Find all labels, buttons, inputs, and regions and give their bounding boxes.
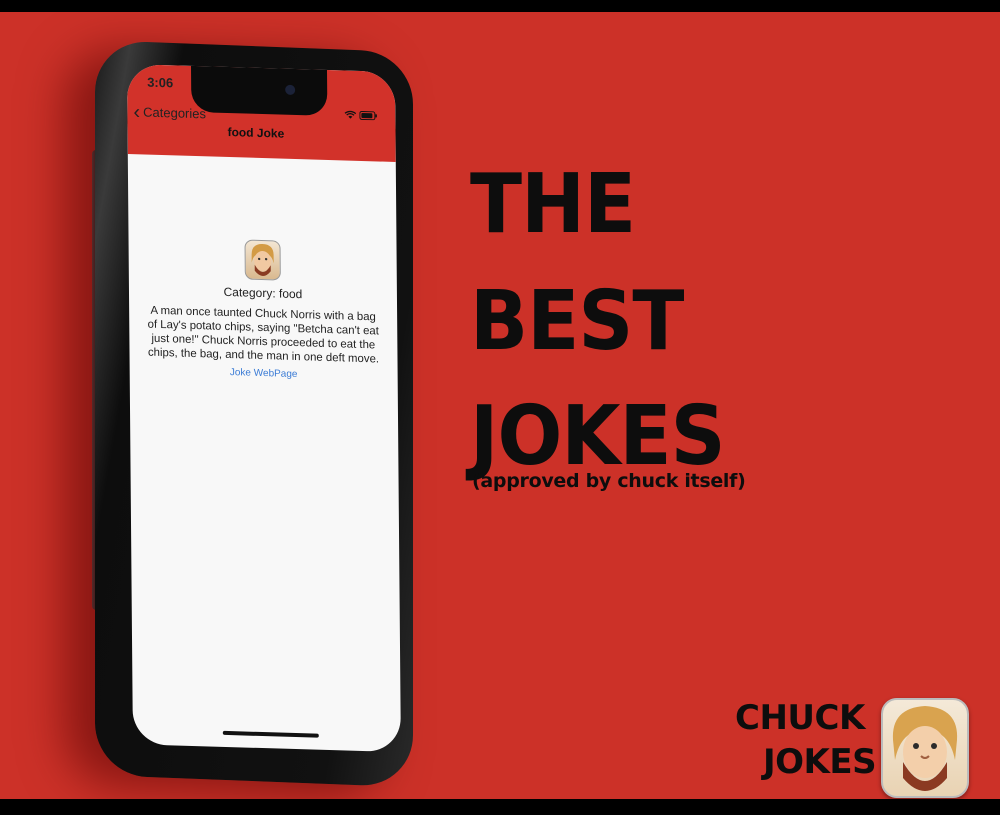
phone-mockup: 3:06 ‹ Categories food Joke Category: fo…: [92, 40, 413, 788]
bottom-border: [0, 799, 1000, 815]
status-icons: [344, 110, 377, 123]
wifi-icon: [344, 110, 359, 122]
headline-line-2: BEST: [470, 274, 684, 369]
brand-name-line-1: CHUCK: [735, 698, 865, 738]
joke-text: A man once taunted Chuck Norris with a b…: [147, 304, 380, 366]
status-time: 3:06: [147, 74, 174, 91]
brand-name-line-2: JOKES: [763, 742, 877, 782]
headline-subtitle: (approved by chuck itself): [472, 470, 746, 492]
home-indicator[interactable]: [222, 730, 319, 738]
promo-banner: 3:06 ‹ Categories food Joke Category: fo…: [0, 12, 1000, 799]
navigation-bar: 3:06 ‹ Categories food Joke: [127, 64, 396, 162]
battery-icon: [359, 110, 377, 124]
chuck-app-icon: [881, 698, 969, 798]
joke-webpage-link[interactable]: Joke WebPage: [130, 364, 398, 383]
category-label: Category: food: [223, 284, 303, 302]
back-button-label: Categories: [143, 104, 207, 122]
chevron-left-icon: ‹: [133, 100, 141, 123]
headline-line-1: THE: [470, 157, 636, 252]
chuck-avatar-icon: [244, 239, 281, 281]
joke-detail: Category: food A man once taunted Chuck …: [129, 236, 398, 383]
camera-icon: [285, 84, 296, 95]
phone-screen: 3:06 ‹ Categories food Joke Category: fo…: [127, 64, 401, 753]
top-border: [0, 0, 1000, 12]
back-button[interactable]: ‹ Categories: [133, 100, 207, 123]
nav-title: food Joke: [227, 124, 285, 141]
phone-notch: [190, 64, 328, 116]
